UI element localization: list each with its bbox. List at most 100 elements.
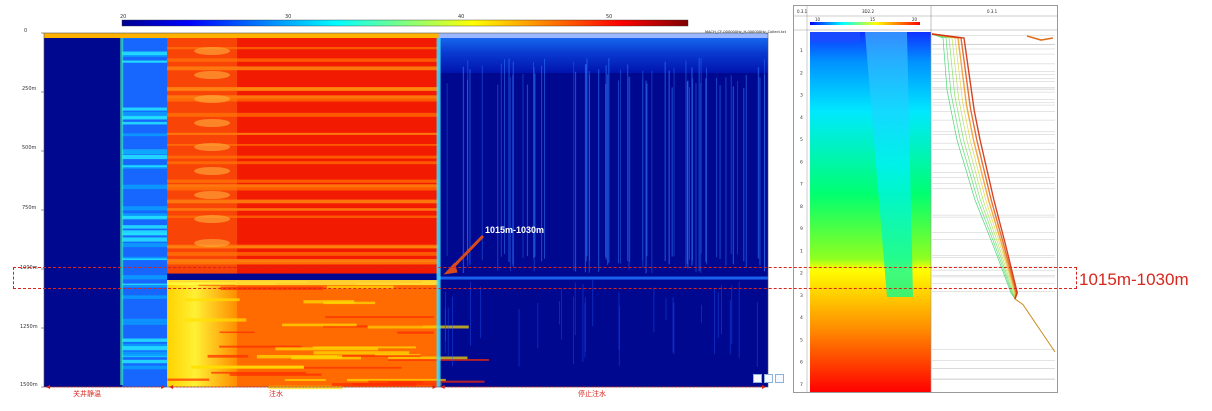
colorbar-tick: 30	[285, 14, 292, 20]
temperature-curve	[931, 33, 1016, 300]
injection-blob	[194, 47, 231, 55]
depth-axis-tick: 6	[800, 360, 803, 366]
injection-lower-streak	[325, 316, 435, 318]
injection-lower-streak	[368, 380, 485, 383]
injection-blob	[194, 143, 231, 151]
depth-tick: 750m	[22, 205, 37, 211]
profile-panel: 1234567891234567 0.3.1 3D2.2 0.3.1 10 15…	[793, 5, 1058, 393]
depth-axis-tick: 3	[800, 93, 803, 99]
colorbar-tick: 40	[458, 14, 465, 20]
shut-in-streak	[122, 242, 168, 248]
shut-in-streak	[122, 51, 168, 56]
shut-in-streak	[122, 351, 168, 357]
profile-chart: 1234567891234567	[794, 6, 1057, 392]
injection-lower-streak	[331, 382, 417, 387]
depth-axis-tick: 4	[800, 315, 803, 321]
injection-lower-left	[167, 280, 238, 387]
shut-in-streak	[122, 258, 168, 261]
injection-blob	[194, 191, 231, 199]
depth-tick: 0	[24, 28, 28, 34]
temperature-curve	[931, 33, 1016, 300]
stop-boundary	[436, 33, 441, 387]
shut-in-streak	[122, 318, 168, 322]
shut-in-streak	[122, 121, 168, 125]
phase-label-stop-injection: 停止注水	[578, 390, 606, 398]
injection-lower-streak	[229, 373, 322, 376]
shut-in-streak	[122, 213, 168, 216]
temperature-curve	[931, 33, 1016, 299]
post-top-warm	[438, 33, 768, 73]
injection-lower-streak	[185, 298, 240, 302]
depth-axis-tick: 8	[800, 204, 803, 210]
injection-zone-highlight	[13, 267, 1077, 289]
mini-colorbar-tick: 10	[815, 17, 821, 22]
shut-in-streak	[122, 237, 168, 242]
mini-colorbar-tick: 15	[870, 17, 876, 22]
shut-in-streak	[122, 365, 168, 370]
shut-in-streak	[122, 338, 168, 342]
settings-icon[interactable]	[764, 374, 773, 383]
temperature-curve	[931, 33, 1016, 300]
injection-blob	[194, 167, 231, 175]
injection-blob	[194, 119, 231, 127]
shut-in-streak	[122, 117, 168, 120]
depth-axis-tick: 4	[800, 115, 803, 121]
shut-in-streak	[122, 206, 168, 211]
shut-in-streak	[122, 359, 168, 364]
injection-lower-streak	[313, 351, 410, 355]
mini-colorbar-tick: 20	[912, 17, 918, 22]
heatmap-chart	[41, 19, 769, 390]
depth-tick: 1250m	[20, 324, 38, 330]
depth-tick: 500m	[22, 145, 37, 151]
depth-axis-tick: 3	[800, 293, 803, 299]
depth-axis-tick: 5	[800, 137, 803, 143]
depth-axis-tick: 9	[800, 226, 803, 232]
shut-in-streak	[122, 154, 168, 160]
shut-in-streak	[122, 346, 168, 351]
top-legend-text: MACH_CF-000000Hz_H-000000Hz_Collect.txt	[705, 30, 786, 34]
shut-in-streak	[122, 150, 168, 154]
shut-in-streak	[122, 233, 168, 236]
injection-transition	[167, 33, 238, 274]
depth-tick: 1500m	[20, 382, 38, 388]
depth-axis-tick: 7	[800, 182, 803, 188]
depth-axis-tick: 1	[800, 48, 803, 54]
injection-lower-streak	[275, 347, 379, 351]
injection-lower-streak	[256, 354, 343, 359]
injection-lower-streak	[388, 356, 468, 360]
depth-axis-tick: 2	[800, 70, 803, 76]
injection-lower-streak	[167, 378, 210, 381]
injection-lower-streak	[185, 318, 247, 322]
colorbar-tick: 50	[606, 14, 613, 20]
shut-in-streak	[122, 111, 168, 116]
depth-tick: 250m	[22, 86, 37, 92]
temperature-curve	[931, 33, 1016, 300]
injection-lower-streak	[219, 331, 255, 334]
mini-colorbar	[810, 22, 920, 25]
shut-in-streak	[122, 184, 168, 189]
shut-in-streak	[122, 322, 168, 325]
injection-lower-streak	[284, 379, 326, 381]
injection-lower-streak	[367, 325, 469, 329]
depth-axis-tick: 7	[800, 382, 803, 388]
injection-lower-streak	[219, 345, 302, 348]
injection-lower-streak	[303, 300, 355, 304]
temperature-top-cold	[810, 32, 860, 42]
shut-in-streak	[122, 225, 168, 229]
shut-in-streak	[122, 165, 168, 168]
zoom-icon[interactable]	[775, 374, 784, 383]
track-header: 0.3.1	[797, 9, 808, 14]
heatmap-panel: 20 30 40 50 0 250m 500m 750m 1000m 1250m…	[0, 0, 790, 405]
injection-blob	[194, 71, 231, 79]
injection-lower-streak	[207, 354, 249, 358]
track-header: 3D2.2	[862, 9, 874, 14]
depth-axis-tick: 1	[800, 248, 803, 254]
shut-in-streak	[122, 215, 168, 220]
injection-lower-streak	[282, 323, 357, 327]
shut-in-streak	[122, 133, 168, 137]
injection-lower-streak	[191, 366, 305, 369]
fit-icon[interactable]	[753, 374, 762, 383]
depth-axis-tick: 5	[800, 337, 803, 343]
surface-curve	[1026, 35, 1054, 41]
injection-lower-streak	[336, 355, 421, 357]
